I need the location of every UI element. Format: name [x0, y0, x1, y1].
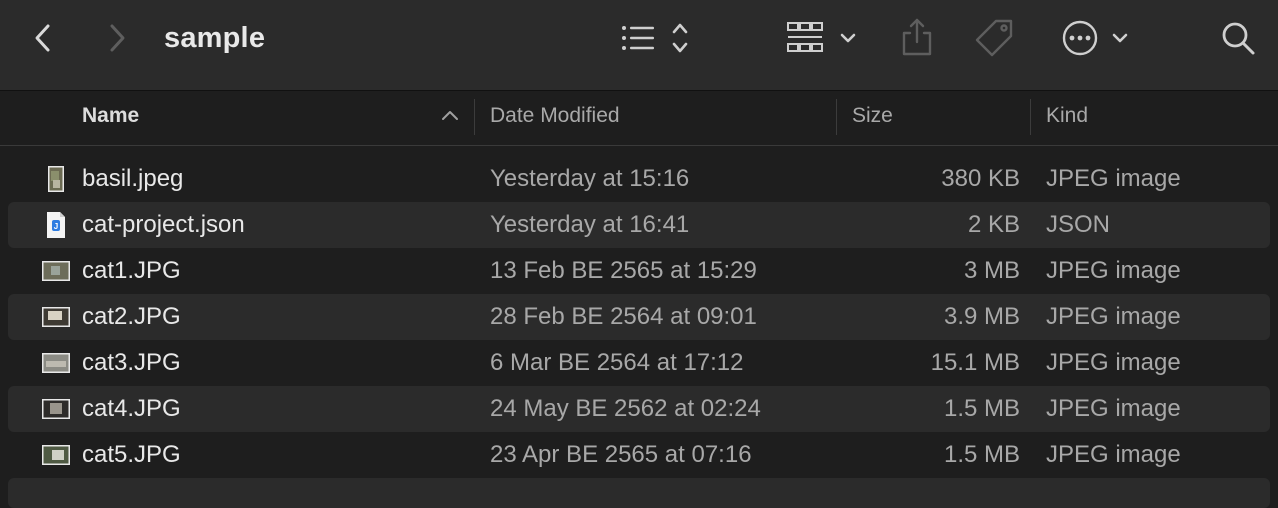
- file-date: Yesterday at 16:41: [490, 211, 690, 238]
- file-date: 6 Mar BE 2564 at 17:12: [490, 349, 744, 376]
- image-thumbnail-icon: [42, 257, 70, 285]
- file-size: 3.9 MB: [943, 303, 1020, 330]
- file-kind: JPEG image: [1046, 441, 1181, 468]
- file-name: cat2.JPG: [82, 303, 181, 330]
- file-size: 3 MB: [963, 257, 1020, 284]
- json-file-icon: J: [42, 211, 70, 239]
- file-name: basil.jpeg: [82, 165, 184, 192]
- back-button[interactable]: [28, 20, 58, 56]
- image-thumbnail-icon: [42, 349, 70, 377]
- file-name: cat-project.json: [82, 211, 245, 238]
- image-thumbnail-icon: [42, 395, 70, 423]
- file-size: 1.5 MB: [943, 395, 1020, 422]
- image-thumbnail-icon: [42, 165, 70, 193]
- file-row[interactable]: cat3.JPG 6 Mar BE 2564 at 17:12 15.1 MB …: [8, 340, 1270, 386]
- group-button[interactable]: [786, 18, 860, 58]
- file-size: 380 KB: [941, 165, 1020, 192]
- file-date: 23 Apr BE 2565 at 07:16: [490, 441, 752, 468]
- search-button[interactable]: [1218, 18, 1258, 58]
- file-size: 1.5 MB: [943, 441, 1020, 468]
- file-row[interactable]: cat4.JPG 24 May BE 2562 at 02:24 1.5 MB …: [8, 386, 1270, 432]
- chevron-left-icon: [35, 24, 50, 52]
- file-kind: JPEG image: [1046, 395, 1181, 422]
- more-actions-button[interactable]: [1060, 18, 1132, 58]
- forward-button[interactable]: [102, 20, 132, 56]
- column-divider[interactable]: [474, 99, 475, 135]
- file-date: Yesterday at 15:16: [490, 165, 690, 192]
- file-kind: JPEG image: [1046, 303, 1181, 330]
- file-kind: JPEG image: [1046, 257, 1181, 284]
- ellipsis-circle-icon: [1062, 20, 1128, 56]
- tag-button[interactable]: [974, 16, 1016, 58]
- file-list: basil.jpeg Yesterday at 15:16 380 KB JPE…: [0, 156, 1278, 478]
- file-row[interactable]: cat5.JPG 23 Apr BE 2565 at 07:16 1.5 MB …: [8, 432, 1270, 478]
- grid-group-icon: [787, 22, 856, 52]
- file-date: 24 May BE 2562 at 02:24: [490, 395, 761, 422]
- file-name: cat3.JPG: [82, 349, 181, 376]
- search-icon: [1222, 22, 1255, 55]
- column-size[interactable]: Size: [852, 91, 893, 145]
- file-kind: JSON: [1046, 211, 1111, 238]
- file-name: cat4.JPG: [82, 395, 181, 422]
- column-divider[interactable]: [1030, 99, 1031, 135]
- column-name[interactable]: Name: [82, 91, 139, 145]
- file-kind: JPEG image: [1046, 349, 1181, 376]
- tag-icon: [975, 19, 1013, 57]
- column-date-modified[interactable]: Date Modified: [490, 91, 620, 145]
- file-date: 28 Feb BE 2564 at 09:01: [490, 303, 757, 330]
- toolbar: sample: [0, 0, 1278, 91]
- column-divider[interactable]: [836, 99, 837, 135]
- file-size: 2 KB: [967, 211, 1020, 238]
- image-thumbnail-icon: [42, 303, 70, 331]
- chevron-right-icon: [110, 24, 125, 52]
- column-header: Name Date Modified Size Kind: [0, 91, 1278, 146]
- share-button[interactable]: [898, 16, 936, 58]
- file-row[interactable]: cat2.JPG 28 Feb BE 2564 at 09:01 3.9 MB …: [8, 294, 1270, 340]
- file-name: cat1.JPG: [82, 257, 181, 284]
- file-row[interactable]: J cat-project.json Yesterday at 16:41 2 …: [8, 202, 1270, 248]
- file-date: 13 Feb BE 2565 at 15:29: [490, 257, 757, 284]
- column-kind[interactable]: Kind: [1046, 91, 1088, 145]
- share-icon: [902, 18, 932, 56]
- list-view-icon: [622, 23, 688, 53]
- sort-ascending-icon[interactable]: [441, 108, 459, 127]
- file-name: cat5.JPG: [82, 441, 181, 468]
- file-kind: JPEG image: [1046, 165, 1181, 192]
- svg-text:J: J: [54, 222, 58, 231]
- image-thumbnail-icon: [42, 441, 70, 469]
- file-size: 15.1 MB: [930, 349, 1020, 376]
- file-row[interactable]: basil.jpeg Yesterday at 15:16 380 KB JPE…: [8, 156, 1270, 202]
- window-title: sample: [164, 22, 266, 54]
- file-row[interactable]: cat1.JPG 13 Feb BE 2565 at 15:29 3 MB JP…: [8, 248, 1270, 294]
- view-mode-button[interactable]: [616, 18, 696, 58]
